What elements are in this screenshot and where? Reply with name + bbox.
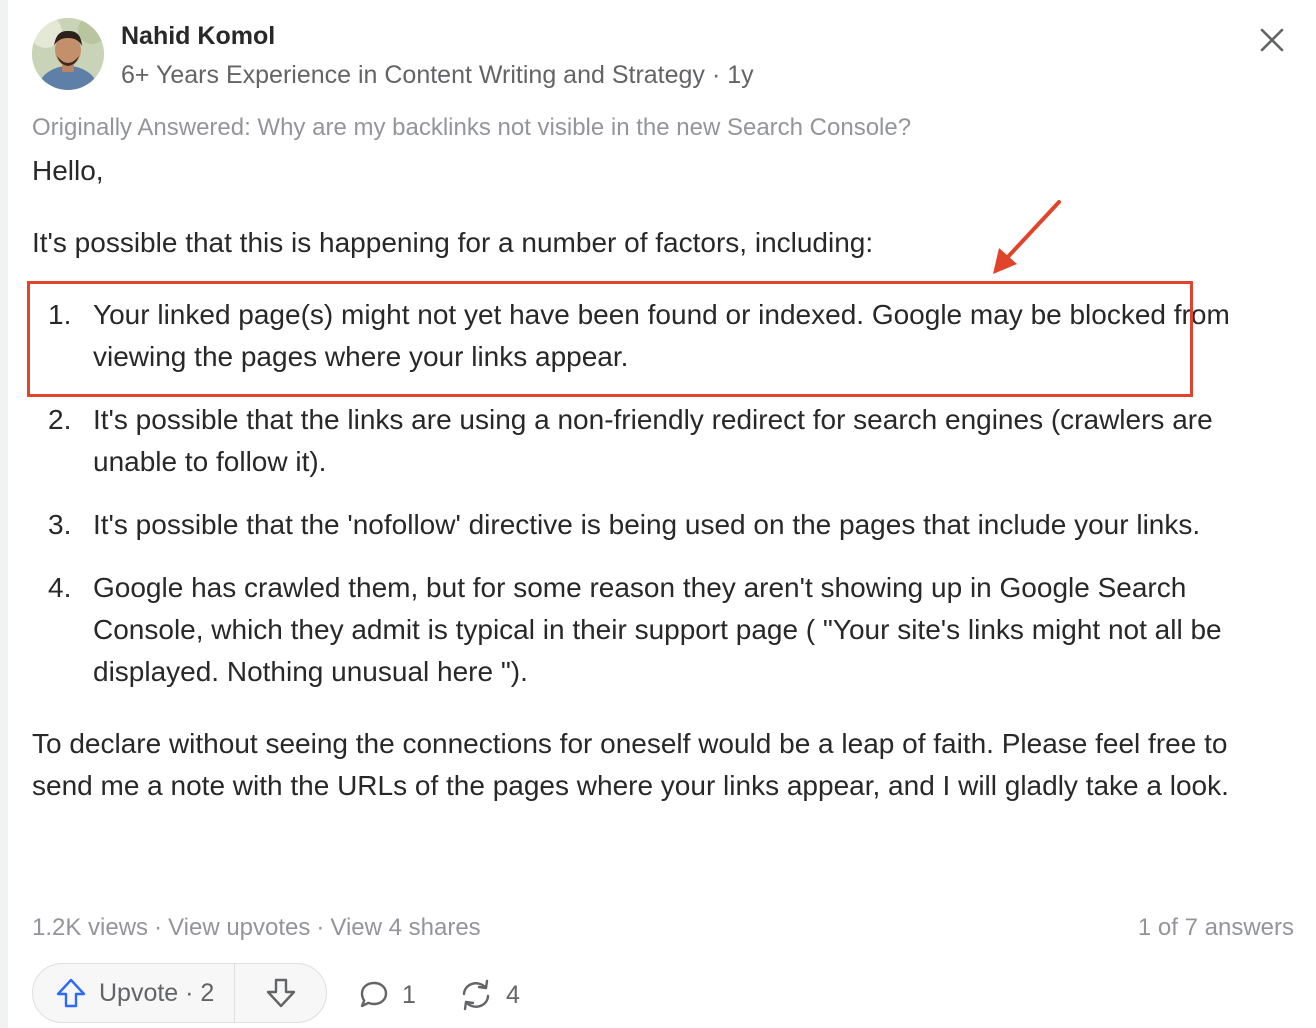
author-avatar[interactable] xyxy=(32,18,104,90)
share-cycle-icon xyxy=(462,979,490,1011)
share-count: 4 xyxy=(506,980,520,1009)
list-item: 4. Google has crawled them, but for some… xyxy=(32,567,1294,693)
close-button[interactable] xyxy=(1252,20,1292,60)
answer-greeting: Hello, xyxy=(32,155,104,186)
list-item-text: Google has crawled them, but for some re… xyxy=(93,572,1222,687)
answer-time[interactable]: 1y xyxy=(727,61,753,89)
meta-separator: · xyxy=(711,61,721,89)
vote-controls: Upvote · 2 xyxy=(32,963,327,1023)
list-number: 1. xyxy=(48,299,72,330)
answer-stats: 1.2K views · View upvotes · View 4 shares xyxy=(32,914,481,942)
list-item: 1. Your linked page(s) might not yet hav… xyxy=(32,294,1294,378)
answer-closing: To declare without seeing the connection… xyxy=(32,728,1229,801)
list-item-text: Your linked page(s) might not yet have b… xyxy=(93,299,1230,372)
list-item: 2. It's possible that the links are usin… xyxy=(32,399,1294,483)
upvote-label: Upvote · 2 xyxy=(99,978,215,1007)
comment-count: 1 xyxy=(402,980,416,1009)
original-question[interactable]: Originally Answered: Why are my backlink… xyxy=(32,114,911,142)
reasons-list: 1. Your linked page(s) might not yet hav… xyxy=(32,294,1294,693)
downvote-button[interactable] xyxy=(235,964,326,1022)
answer-position: 1 of 7 answers xyxy=(1137,914,1294,941)
avatar-image xyxy=(32,18,104,90)
list-number: 4. xyxy=(48,572,72,603)
downvote-arrow-icon xyxy=(266,978,295,1008)
view-shares-link[interactable]: View 4 shares xyxy=(330,914,480,941)
upvote-button[interactable]: Upvote · 2 xyxy=(33,964,236,1022)
left-border xyxy=(0,0,8,1028)
comment-bubble-icon xyxy=(360,981,388,1008)
close-icon xyxy=(1260,28,1284,52)
view-count: 1.2K views xyxy=(32,914,149,941)
list-number: 2. xyxy=(48,404,72,435)
stats-separator: · xyxy=(154,914,163,941)
comment-button[interactable]: 1 xyxy=(358,975,416,1015)
list-item: 3. It's possible that the 'nofollow' dir… xyxy=(32,504,1294,546)
author-credential-line: 6+ Years Experience in Content Writing a… xyxy=(121,61,754,90)
answer-intro: It's possible that this is happening for… xyxy=(32,227,874,258)
share-button[interactable]: 4 xyxy=(458,975,520,1015)
answer-content: Hello, It's possible that this is happen… xyxy=(32,150,1294,807)
author-name[interactable]: Nahid Komol xyxy=(121,22,275,51)
upvote-arrow-icon xyxy=(56,978,86,1008)
list-item-text: It's possible that the 'nofollow' direct… xyxy=(93,509,1201,540)
author-credential[interactable]: 6+ Years Experience in Content Writing a… xyxy=(121,61,705,89)
view-upvotes-link[interactable]: View upvotes xyxy=(168,914,310,941)
list-item-text: It's possible that the links are using a… xyxy=(93,404,1213,477)
list-number: 3. xyxy=(48,509,72,540)
stats-separator: · xyxy=(316,914,325,941)
